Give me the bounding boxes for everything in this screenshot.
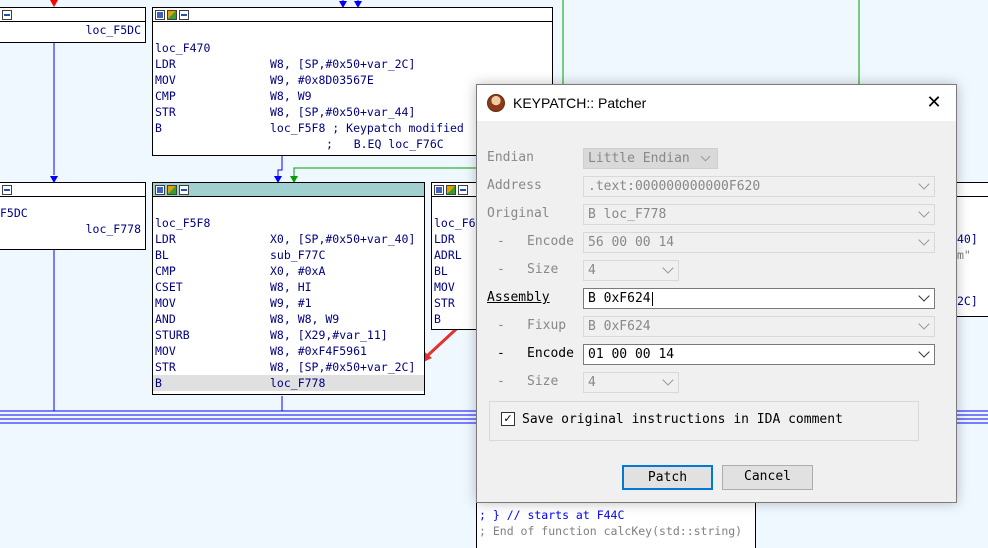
dialog-title-bar[interactable]: KEYPATCH:: Patcher ✕ bbox=[477, 85, 956, 121]
instruction-mnemonic: B bbox=[434, 312, 441, 326]
dash-marker: - bbox=[497, 262, 505, 277]
fixup-field: B 0xF624 bbox=[583, 316, 935, 337]
original-field: B loc_F778 bbox=[583, 204, 935, 225]
graph-node-icon bbox=[2, 9, 12, 20]
instruction-mnemonic: LDR bbox=[434, 232, 455, 246]
function-comment: ; } // starts at F44C bbox=[479, 508, 625, 522]
original-size-label: Size bbox=[527, 262, 559, 277]
instruction-row[interactable]: LDR X0, [SP,#0x50+var_40] bbox=[153, 231, 424, 247]
instruction-mnemonic: MOV bbox=[434, 280, 455, 294]
graph-node-icon bbox=[179, 9, 189, 20]
chevron-down-icon bbox=[918, 318, 930, 330]
instruction-mnemonic: BL bbox=[434, 264, 448, 278]
original-size-field: 4 bbox=[583, 260, 679, 281]
chevron-down-icon bbox=[662, 374, 674, 386]
address-label: Address bbox=[487, 178, 542, 193]
text-cursor bbox=[651, 291, 653, 306]
instruction-row[interactable]: LDR W8, [SP,#0x50+var_2C] bbox=[153, 56, 552, 72]
operand-fragment: 40] bbox=[957, 232, 978, 246]
instruction-row[interactable]: AND W8, W8, W9 bbox=[153, 311, 424, 327]
save-comment-label[interactable]: Save original instructions in IDA commen… bbox=[522, 412, 843, 427]
graph-node-right-edge[interactable]: 40] m" 2C] bbox=[955, 182, 988, 317]
graph-node-icon bbox=[155, 184, 165, 195]
operand-fragment: 2C] bbox=[957, 294, 978, 308]
node-label: loc_F470 bbox=[155, 41, 211, 55]
dash-marker: - bbox=[497, 234, 505, 249]
instruction-row[interactable]: BL sub_F77C bbox=[153, 247, 424, 263]
node-header bbox=[153, 8, 552, 22]
save-comment-checkbox[interactable]: ✓ bbox=[501, 412, 515, 426]
graph-color-icon bbox=[167, 9, 177, 20]
graph-color-icon bbox=[446, 184, 456, 195]
size-label: Size bbox=[527, 374, 559, 389]
patch-button[interactable]: Patch bbox=[622, 465, 713, 490]
graph-node-icon bbox=[458, 184, 468, 195]
function-end-comment: ; End of function calcKey(std::string) bbox=[479, 524, 743, 538]
assembly-input[interactable]: B 0xF624 bbox=[583, 288, 935, 309]
node-label: loc_F5DC bbox=[85, 23, 141, 37]
node-header bbox=[0, 183, 145, 197]
keypatch-app-icon bbox=[487, 94, 505, 112]
chevron-down-icon bbox=[918, 234, 930, 246]
cancel-button[interactable]: Cancel bbox=[722, 465, 813, 490]
graph-node-left-mid[interactable]: F5DC loc_F778 bbox=[0, 182, 146, 250]
chevron-down-icon[interactable] bbox=[918, 290, 930, 302]
instruction-row[interactable]: MOV W8, #0xF4F5961 bbox=[153, 343, 424, 359]
chevron-down-icon bbox=[700, 151, 711, 162]
graph-node-loc-f5f8[interactable]: loc_F5F8 LDR X0, [SP,#0x50+var_40] BL sub_… bbox=[152, 182, 425, 395]
endian-label: Endian bbox=[487, 150, 534, 165]
assembly-label: Assembly bbox=[487, 290, 550, 305]
chevron-down-icon bbox=[918, 206, 930, 218]
chevron-down-icon bbox=[662, 262, 674, 274]
dash-marker: - bbox=[497, 318, 505, 333]
node-label: loc_F6 bbox=[434, 216, 476, 230]
keypatch-dialog: KEYPATCH:: Patcher ✕ Endian Little Endia… bbox=[476, 84, 957, 503]
instruction-row[interactable]: MOV W9, #1 bbox=[153, 295, 424, 311]
node-header bbox=[0, 8, 145, 22]
encode-field[interactable]: 01 00 00 14 bbox=[583, 344, 935, 365]
fixup-label: Fixup bbox=[527, 318, 567, 333]
original-encode-label: Encode bbox=[527, 234, 574, 249]
instruction-mnemonic: STR bbox=[434, 296, 455, 310]
node-header bbox=[432, 183, 481, 197]
dash-marker: - bbox=[497, 346, 505, 361]
close-icon[interactable]: ✕ bbox=[922, 91, 946, 115]
size-field: 4 bbox=[583, 372, 679, 393]
endian-select: Little Endian bbox=[583, 148, 718, 169]
dialog-title: KEYPATCH:: Patcher bbox=[513, 95, 647, 111]
graph-node-function-end[interactable]: ; } // starts at F44C ; End of function … bbox=[476, 503, 756, 548]
instruction-row[interactable]: CMP X0, #0xA bbox=[153, 263, 424, 279]
node-label: F5DC bbox=[0, 206, 28, 220]
graph-node-icon bbox=[155, 9, 165, 20]
dash-marker: - bbox=[497, 374, 505, 389]
graph-node-icon bbox=[179, 184, 189, 195]
original-encode-field: 56 00 00 14 bbox=[583, 232, 935, 253]
graph-color-icon bbox=[167, 184, 177, 195]
instruction-mnemonic: ADRL bbox=[434, 248, 462, 262]
chevron-down-icon[interactable] bbox=[918, 346, 930, 358]
original-label: Original bbox=[487, 206, 550, 221]
instruction-row[interactable]: STURB W8, [X29,#var_11] bbox=[153, 327, 424, 343]
encode-label: Encode bbox=[527, 346, 574, 361]
instruction-row[interactable]: STR W8, [SP,#0x50+var_2C] bbox=[153, 359, 424, 375]
instruction-row[interactable]: CSET W8, HI bbox=[153, 279, 424, 295]
address-field: .text:000000000000F620 bbox=[583, 176, 935, 197]
instruction-row-selected[interactable]: Bloc_F778 bbox=[153, 375, 424, 391]
graph-node-right[interactable]: loc_F6 LDR ADRL BL MOV STR B bbox=[431, 182, 481, 330]
graph-node-icon bbox=[434, 184, 444, 195]
node-label: loc_F5F8 bbox=[155, 216, 211, 230]
operand-fragment: m" bbox=[957, 248, 971, 262]
graph-node-left-top[interactable]: loc_F5DC bbox=[0, 7, 146, 43]
node-jump-target: loc_F778 bbox=[85, 222, 141, 236]
chevron-down-icon bbox=[918, 178, 930, 190]
graph-node-icon bbox=[2, 184, 12, 195]
node-header-selected bbox=[153, 183, 424, 197]
